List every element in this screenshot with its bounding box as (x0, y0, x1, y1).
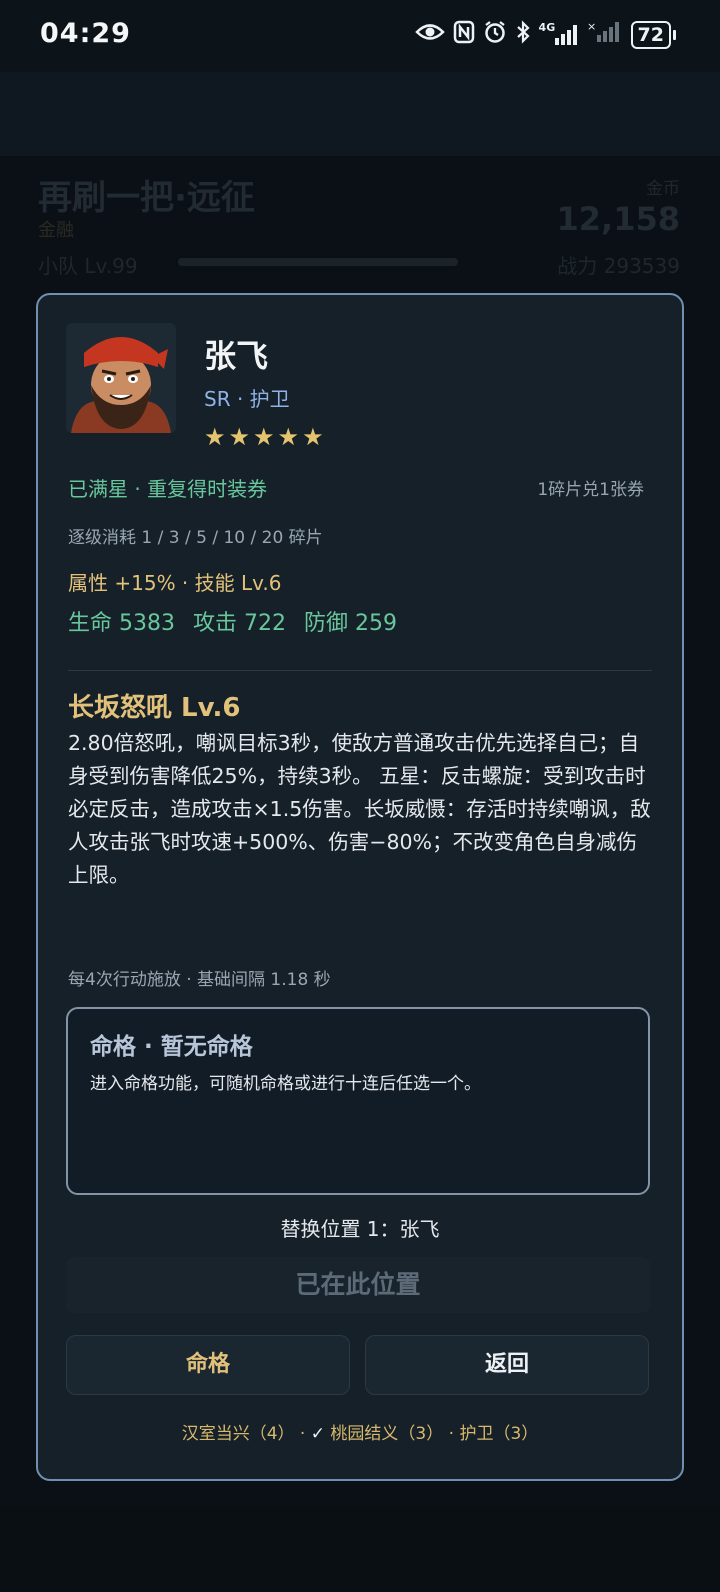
nfc-icon (453, 20, 475, 50)
battery-icon: 72 (630, 21, 671, 49)
background-gold-label: 金币 (646, 179, 680, 199)
fate-button[interactable]: 命格 (66, 1335, 350, 1395)
bond-peach-garden: 桃园结义（3） (325, 1424, 444, 1444)
upgrade-cost-text: 逐级消耗 1 / 3 / 5 / 10 / 20 碎片 (68, 528, 323, 548)
status-bar: 04:29 4G × 72 (0, 0, 720, 72)
signal-2-icon: × (587, 20, 623, 50)
hero-detail-modal: 张飞 SR · 护卫 ★★★★★ 已满星 · 重复得时装券 1碎片兑1张券 逐级… (36, 293, 684, 1481)
status-time: 04:29 (40, 18, 131, 49)
max-star-text: 已满星 · 重复得时装券 (68, 477, 268, 501)
top-band (0, 72, 720, 156)
hero-stars: ★★★★★ (204, 423, 327, 451)
eye-icon (414, 21, 445, 49)
hero-rarity: SR · 护卫 (204, 387, 290, 411)
skill-title: 长坂怒吼 Lv.6 (68, 693, 241, 723)
stat-atk: 攻击 722 (192, 611, 286, 636)
bottom-band (0, 1506, 720, 1592)
background-gold-value: 12,158 (556, 200, 680, 238)
hero-portrait (66, 323, 176, 433)
bond-separator: · (294, 1424, 311, 1444)
skill-cast-info: 每4次行动施放 · 基础间隔 1.18 秒 (68, 970, 331, 990)
check-icon: ✓ (310, 1424, 325, 1444)
hero-name: 张飞 (204, 337, 269, 375)
status-icons: 4G × 72 (414, 20, 676, 50)
fate-title: 命格 · 暂无命格 (90, 1034, 253, 1060)
replace-position-text: 替换位置 1：张飞 (280, 1217, 440, 1241)
exchange-text: 1碎片兑1张券 (537, 480, 644, 500)
divider (68, 670, 652, 671)
bond-han-dynasty: 汉室当兴（4） (181, 1424, 295, 1444)
bluetooth-icon (515, 20, 531, 50)
background-title: 再刷一把·远征 (38, 178, 255, 218)
battery-cap (673, 30, 676, 40)
back-button[interactable]: 返回 (365, 1335, 649, 1395)
stat-def: 防御 259 (303, 611, 397, 636)
network-type-label: 4G (538, 21, 556, 34)
background-level: 小队 Lv.99 (38, 254, 138, 278)
fate-description: 进入命格功能，可随机命格或进行十连后任选一个。 (90, 1074, 481, 1094)
bond-guard: 护卫（3） (459, 1424, 539, 1444)
background-power: 战力 293539 (557, 254, 680, 278)
background-progress-bar (178, 258, 458, 266)
attribute-bonus-text: 属性 +15% · 技能 Lv.6 (68, 571, 282, 595)
skill-description: 2.80倍怒吼，嘲讽目标3秒，使敌方普通攻击优先选择自己；自身受到伤害降低25%… (68, 731, 651, 887)
signal-4g-icon: 4G (538, 21, 579, 47)
stat-hp: 生命 5383 (68, 611, 175, 636)
in-position-button[interactable]: 已在此位置 (66, 1257, 650, 1313)
background-subtitle: 金融 (38, 220, 74, 241)
svg-text:×: × (587, 20, 596, 33)
alarm-icon (483, 20, 507, 50)
bond-list: 汉室当兴（4） · ✓ 桃园结义（3） · 护卫（3） (38, 1419, 682, 1444)
hero-stats: 生命 5383 攻击 722 防御 259 (68, 605, 415, 637)
fate-panel: 命格 · 暂无命格 进入命格功能，可随机命格或进行十连后任选一个。 (66, 1007, 650, 1195)
bond-separator: · (443, 1424, 460, 1444)
